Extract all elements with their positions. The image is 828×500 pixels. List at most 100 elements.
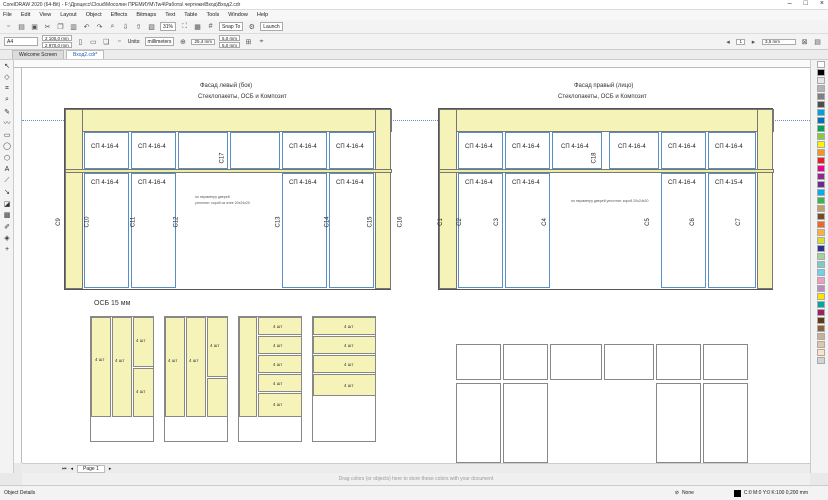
menu-table[interactable]: Table: [184, 12, 197, 18]
color-swatch[interactable]: [817, 85, 825, 92]
shape-tool-icon[interactable]: ◇: [0, 72, 14, 84]
duplicate-y-field[interactable]: 5,0 mm: [218, 42, 240, 48]
glass-pane[interactable]: СП 4-16-4: [282, 173, 327, 288]
close-icon[interactable]: ×: [820, 0, 824, 7]
snap-icon[interactable]: ⊠: [800, 37, 809, 46]
rulers-icon[interactable]: ▦: [193, 22, 202, 31]
osb-panel[interactable]: [91, 317, 111, 417]
color-swatch[interactable]: [817, 349, 825, 356]
glass-pane[interactable]: СП 4-16-4: [609, 132, 659, 169]
glass-pane[interactable]: СП 4-16-4: [282, 132, 327, 169]
glass-pane[interactable]: СП 4-16-4: [458, 132, 503, 169]
osb-panel[interactable]: 4 шт: [258, 355, 302, 373]
osb-group[interactable]: 4 шт 4 шт 4 шт 4 шт 4 шт: [238, 316, 302, 442]
launch-select[interactable]: Launch: [260, 22, 283, 31]
color-swatch[interactable]: [817, 125, 825, 132]
osb-group[interactable]: 4 шт 4 шт 4 шт: [164, 316, 228, 442]
grid-cell[interactable]: [656, 383, 701, 463]
glass-pane[interactable]: СП 4-16-4: [708, 132, 756, 169]
grid-cell[interactable]: [503, 383, 548, 463]
page-size-select[interactable]: A4: [4, 37, 38, 46]
menu-view[interactable]: View: [39, 12, 51, 18]
menu-edit[interactable]: Edit: [21, 12, 30, 18]
osb-panel[interactable]: 4 шт: [258, 374, 302, 392]
grid-icon[interactable]: #: [206, 22, 215, 31]
next-page-icon[interactable]: ▸: [749, 37, 758, 46]
column-right-post[interactable]: [757, 109, 773, 289]
crop-tool-icon[interactable]: ⌗: [0, 83, 14, 95]
glass-pane[interactable]: СП 4-16-4: [84, 132, 129, 169]
glass-pane[interactable]: СП 4-16-4: [84, 173, 129, 288]
menu-layout[interactable]: Layout: [60, 12, 77, 18]
page-height-field[interactable]: 2 970,0 mm: [42, 42, 72, 48]
color-swatch[interactable]: [817, 205, 825, 212]
color-swatch[interactable]: [817, 269, 825, 276]
glass-pane[interactable]: СП 4-16-4: [505, 132, 550, 169]
grid-cell[interactable]: [456, 344, 501, 380]
color-swatch[interactable]: [817, 357, 825, 364]
menu-window[interactable]: Window: [228, 12, 248, 18]
current-page-icon[interactable]: ▫: [115, 37, 124, 46]
menu-effects[interactable]: Effects: [111, 12, 128, 18]
menu-text[interactable]: Text: [165, 12, 175, 18]
grid-cell[interactable]: [604, 344, 654, 380]
glass-pane[interactable]: СП 4-16-4: [505, 173, 550, 288]
color-swatch[interactable]: [817, 213, 825, 220]
menu-help[interactable]: Help: [257, 12, 268, 18]
page-width-field[interactable]: 2 100,0 mm: [42, 35, 72, 41]
eyedropper-tool-icon[interactable]: ✐: [0, 221, 14, 233]
color-swatch[interactable]: [817, 245, 825, 252]
color-swatch[interactable]: [817, 117, 825, 124]
color-swatch[interactable]: [817, 149, 825, 156]
page-layout-icon[interactable]: ⊞: [244, 37, 253, 46]
osb-panel[interactable]: 4 шт: [313, 355, 376, 373]
interactive-fill-icon[interactable]: ◈: [0, 233, 14, 245]
color-swatch[interactable]: [817, 333, 825, 340]
color-swatch[interactable]: [817, 325, 825, 332]
color-swatch[interactable]: [817, 101, 825, 108]
color-swatch[interactable]: [817, 253, 825, 260]
object-details[interactable]: Object Details: [4, 490, 35, 496]
grid-cell[interactable]: [503, 344, 548, 380]
units-select[interactable]: millimeters: [144, 37, 175, 46]
grid-cell[interactable]: [703, 383, 748, 463]
redo-icon[interactable]: ↷: [95, 22, 104, 31]
copy-icon[interactable]: ❐: [56, 22, 65, 31]
prev-page-icon[interactable]: ◂: [723, 37, 732, 46]
color-swatch[interactable]: [817, 93, 825, 100]
color-swatch[interactable]: [817, 189, 825, 196]
glass-pane[interactable]: СП 4-16-4: [329, 132, 374, 169]
osb-group[interactable]: 4 шт 4 шт 4 шт 4 шт: [90, 316, 154, 442]
color-swatch[interactable]: [817, 341, 825, 348]
tab-welcome[interactable]: Welcome Screen: [12, 50, 64, 59]
menu-file[interactable]: File: [3, 12, 12, 18]
color-swatch[interactable]: [817, 173, 825, 180]
grid-cell[interactable]: [703, 344, 748, 380]
osb-panel[interactable]: 4 шт: [258, 317, 302, 335]
osb-panel[interactable]: 4 шт: [207, 317, 228, 377]
osb-panel[interactable]: 4 шт: [258, 336, 302, 354]
glass-pane[interactable]: СП 4-16-4: [458, 173, 503, 288]
rotation-field[interactable]: 3,5 mm: [762, 38, 796, 45]
page-number-field[interactable]: 1: [736, 38, 745, 45]
top-beam[interactable]: [65, 109, 392, 132]
nudge-field[interactable]: 25,4 mm: [191, 38, 215, 45]
snap-to-select[interactable]: Snap To: [219, 22, 244, 31]
first-page-icon[interactable]: ⏮: [62, 466, 67, 472]
top-beam[interactable]: [439, 109, 774, 132]
shadow-tool-icon[interactable]: ◪: [0, 198, 14, 210]
color-swatch[interactable]: [817, 141, 825, 148]
osb-panel[interactable]: 4 шт: [258, 393, 302, 417]
osb-panel[interactable]: 4 шт: [165, 317, 185, 417]
grid-cell[interactable]: [456, 383, 501, 463]
transparency-tool-icon[interactable]: ▩: [0, 210, 14, 222]
color-swatch[interactable]: [817, 109, 825, 116]
color-swatch[interactable]: [817, 61, 825, 68]
drawing-canvas[interactable]: Фасад левый (бок) Стеклопакеты, ОСБ и Ко…: [22, 68, 810, 463]
color-swatch[interactable]: [817, 293, 825, 300]
all-pages-icon[interactable]: ❏: [102, 37, 111, 46]
color-swatch[interactable]: [817, 229, 825, 236]
pdf-icon[interactable]: ▧: [147, 22, 156, 31]
osb-panel[interactable]: [239, 317, 257, 417]
left-facade-frame[interactable]: СП 4-16-4 СП 4-16-4 СП 4-16-4 СП 4-16-4 …: [56, 108, 404, 290]
